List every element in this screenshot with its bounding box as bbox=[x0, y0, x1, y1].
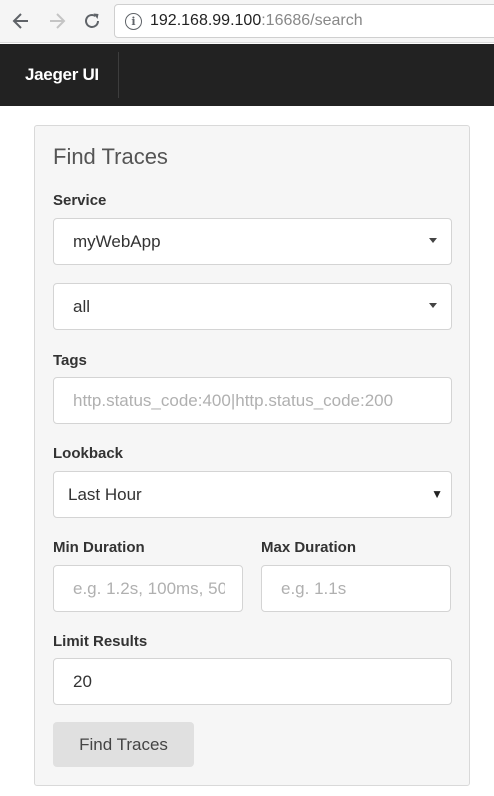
chevron-down-icon: ▼ bbox=[431, 487, 443, 501]
lookback-selected-value: Last Hour bbox=[68, 485, 142, 504]
back-button[interactable] bbox=[6, 6, 36, 36]
brand-logo[interactable]: Jaeger UI bbox=[25, 44, 99, 106]
tags-input[interactable]: http.status_code:400|http.status_code:20… bbox=[53, 377, 452, 424]
tags-placeholder: http.status_code:400|http.status_code:20… bbox=[73, 391, 394, 410]
search-form-panel: Find Traces Service myWebApp all Tags ht… bbox=[34, 125, 470, 786]
limit-results-value: 20 bbox=[73, 672, 92, 691]
url-path: :16686/search bbox=[261, 12, 363, 29]
service-label: Service bbox=[53, 192, 107, 209]
chevron-down-icon bbox=[429, 238, 437, 243]
service-selected-value: myWebApp bbox=[73, 232, 161, 251]
tags-label: Tags bbox=[53, 352, 87, 369]
max-duration-placeholder: e.g. 1.1s bbox=[281, 579, 347, 598]
limit-results-input[interactable]: 20 bbox=[53, 658, 452, 705]
lookback-label: Lookback bbox=[53, 445, 124, 462]
nav-divider bbox=[118, 52, 119, 98]
chevron-down-icon bbox=[429, 303, 437, 308]
operation-selected-value: all bbox=[73, 297, 91, 316]
info-icon[interactable]: i bbox=[125, 12, 142, 30]
service-select[interactable]: myWebApp bbox=[53, 218, 452, 265]
reload-icon bbox=[85, 13, 99, 28]
max-duration-input[interactable]: e.g. 1.1s bbox=[261, 565, 451, 612]
operation-select[interactable]: all bbox=[53, 283, 452, 330]
forward-arrow-icon bbox=[50, 13, 66, 29]
lookback-select[interactable]: Last Hour ▼ bbox=[53, 471, 452, 518]
address-bar[interactable]: i 192.168.99.100:16686/search bbox=[114, 4, 494, 38]
reload-button[interactable] bbox=[77, 6, 107, 36]
top-navigation: Jaeger UI bbox=[0, 44, 494, 106]
url-host: 192.168.99.100 bbox=[150, 12, 262, 29]
url-text: 192.168.99.100:16686/search bbox=[150, 12, 363, 30]
max-duration-label: Max Duration bbox=[261, 539, 357, 556]
browser-toolbar: i 192.168.99.100:16686/search bbox=[0, 0, 494, 43]
back-arrow-icon bbox=[12, 13, 28, 29]
min-duration-placeholder: e.g. 1.2s, 100ms, 500us bbox=[73, 579, 225, 598]
find-traces-button[interactable]: Find Traces bbox=[53, 722, 194, 767]
panel-title: Find Traces bbox=[53, 144, 168, 169]
min-duration-input[interactable]: e.g. 1.2s, 100ms, 500us bbox=[53, 565, 243, 612]
forward-button[interactable] bbox=[42, 6, 72, 36]
min-duration-label: Min Duration bbox=[53, 539, 145, 556]
limit-results-label: Limit Results bbox=[53, 633, 148, 650]
